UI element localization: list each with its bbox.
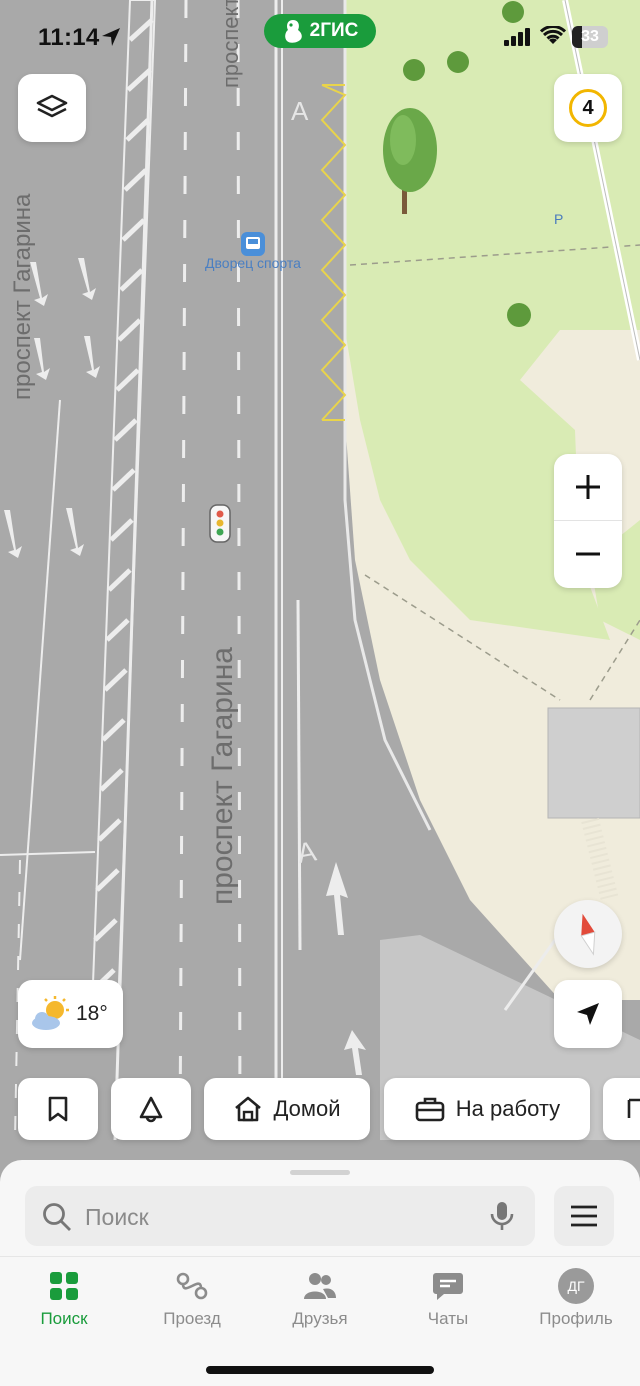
hamburger-icon	[571, 1205, 597, 1227]
wifi-icon	[540, 26, 566, 44]
status-time: 11:14	[38, 24, 100, 51]
notifications-button[interactable]	[111, 1078, 191, 1140]
home-chip-label: Домой	[273, 1096, 341, 1121]
search-bar[interactable]	[25, 1186, 535, 1248]
road-mark-a: А	[291, 96, 309, 126]
minus-icon	[576, 552, 600, 556]
bell-icon	[139, 1096, 163, 1123]
poi-label[interactable]: Дворец спорта	[205, 255, 301, 271]
work-chip[interactable]: На работу	[384, 1078, 590, 1140]
tab-label: Друзья	[292, 1309, 348, 1328]
layers-icon	[36, 94, 68, 118]
layers-button[interactable]	[18, 74, 86, 142]
compass-button[interactable]	[554, 900, 622, 968]
chip-icon-partial	[627, 1098, 640, 1118]
route-icon	[176, 1272, 208, 1300]
grid-icon	[50, 1272, 78, 1300]
tab-bar: Поиск Проезд Друзья Чаты ДГ Профиль	[0, 1256, 640, 1347]
weather-widget[interactable]: 18°	[18, 980, 123, 1048]
friends-icon	[304, 1273, 336, 1299]
home-indicator	[206, 1366, 434, 1374]
tab-profile[interactable]: ДГ Профиль	[512, 1268, 640, 1329]
compass-icon	[580, 913, 596, 956]
tab-chats[interactable]: Чаты	[384, 1269, 512, 1329]
my-location-button[interactable]	[554, 980, 622, 1048]
status-bar: 11:14 2ГИС 33	[0, 0, 640, 70]
work-chip-label: На работу	[455, 1096, 561, 1121]
zoom-in-button[interactable]	[554, 454, 622, 520]
tab-route[interactable]: Проезд	[128, 1269, 256, 1329]
parking-mark: P	[554, 211, 563, 227]
microphone-icon[interactable]	[489, 1200, 515, 1232]
bookmark-icon	[48, 1096, 68, 1122]
quick-actions-bar: Домой На работу	[0, 1078, 640, 1142]
street-label: проспект Гагарина	[9, 193, 36, 400]
traffic-light-icon	[209, 504, 231, 543]
sheet-grabber[interactable]	[290, 1170, 350, 1175]
brand-badge: 2ГИС	[264, 14, 376, 48]
traffic-button[interactable]: 4	[554, 74, 622, 142]
location-arrow-icon	[102, 28, 120, 46]
zoom-control	[554, 454, 622, 588]
bus-stop-icon[interactable]	[241, 232, 265, 256]
search-icon	[43, 1203, 71, 1231]
tab-search[interactable]: Поиск	[0, 1269, 128, 1329]
tab-label: Профиль	[539, 1309, 613, 1328]
zoom-out-button[interactable]	[554, 521, 622, 587]
dgis-logo-icon	[284, 20, 302, 43]
partly-cloudy-icon	[32, 996, 69, 1030]
traffic-score: 4	[569, 89, 607, 127]
menu-button[interactable]	[554, 1186, 614, 1246]
search-input[interactable]	[83, 1186, 467, 1248]
more-chip[interactable]	[603, 1078, 640, 1140]
battery-level: 33	[581, 28, 599, 45]
home-icon	[235, 1096, 262, 1122]
home-chip[interactable]: Домой	[204, 1078, 370, 1140]
briefcase-icon	[415, 1097, 445, 1122]
weather-temperature: 18°	[76, 1002, 108, 1025]
tab-label: Чаты	[427, 1309, 469, 1328]
street-label: проспект Гагарина	[206, 647, 239, 905]
avatar: ДГ	[558, 1268, 594, 1304]
tab-label: Поиск	[40, 1309, 88, 1328]
tab-friends[interactable]: Друзья	[256, 1269, 384, 1329]
tab-label: Проезд	[163, 1309, 221, 1328]
plus-icon	[576, 475, 600, 499]
battery-icon: 33	[572, 26, 608, 48]
bookmarks-button[interactable]	[18, 1078, 98, 1140]
cellular-signal-icon	[504, 28, 530, 46]
chat-icon	[433, 1273, 463, 1300]
bottom-sheet: Поиск Проезд Друзья Чаты ДГ Профиль	[0, 1160, 640, 1386]
navigation-arrow-icon	[577, 1003, 599, 1025]
brand-name: 2ГИС	[309, 20, 359, 41]
